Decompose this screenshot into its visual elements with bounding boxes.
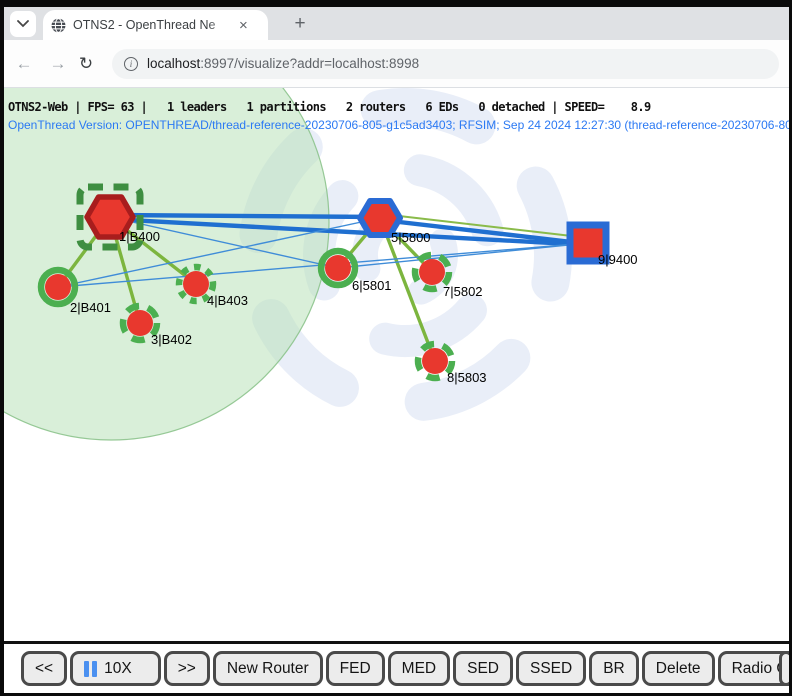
node-label: 2|B401 <box>70 300 111 315</box>
version-line: OpenThread Version: OPENTHREAD/thread-re… <box>8 118 789 132</box>
br-button[interactable]: BR <box>589 651 639 686</box>
browser-window: OTNS2 - OpenThread Ne × + ← → ↻ i localh… <box>0 0 792 696</box>
button-label: SED <box>467 660 499 678</box>
button-label: BR <box>603 660 625 678</box>
pause-icon <box>84 661 97 677</box>
chevron-down-icon <box>17 20 29 28</box>
button-label: New Router <box>227 660 309 678</box>
browser-toolbar: ← → ↻ i localhost:8997/visualize?addr=lo… <box>4 40 789 88</box>
button-label: 10X <box>104 660 132 678</box>
med-button[interactable]: MED <box>388 651 450 686</box>
new-router-button[interactable]: New Router <box>213 651 323 686</box>
delete-button[interactable]: Delete <box>642 651 715 686</box>
button-label: MED <box>402 660 436 678</box>
new-tab-button[interactable]: + <box>288 12 312 36</box>
node-label: 3|B402 <box>151 332 192 347</box>
otns-canvas[interactable]: 1|B400 2|B401 3|B402 4|B403 5|5800 6|5801 7|58… <box>4 88 789 641</box>
node-3[interactable] <box>127 310 153 336</box>
tab-close-icon[interactable]: × <box>239 18 248 33</box>
node-4[interactable] <box>183 271 209 297</box>
site-info-icon[interactable]: i <box>124 57 138 71</box>
button-label: >> <box>178 660 196 678</box>
node-label: 7|5802 <box>443 284 483 299</box>
step-fwd-button[interactable]: >> <box>164 651 210 686</box>
node-6[interactable] <box>325 255 351 281</box>
link-router <box>110 215 380 217</box>
fed-button[interactable]: FED <box>326 651 385 686</box>
url-bar[interactable]: i localhost:8997/visualize?addr=localhos… <box>112 49 779 79</box>
sed-button[interactable]: SED <box>453 651 513 686</box>
button-label: SSED <box>530 660 572 678</box>
speed-button[interactable]: 10X <box>70 651 161 686</box>
action-toolbar: <<10X>>New RouterFEDMEDSEDSSEDBRDeleteRa… <box>4 641 789 693</box>
button-label: Delete <box>656 660 701 678</box>
forward-icon[interactable]: → <box>44 54 72 74</box>
ssed-button[interactable]: SSED <box>516 651 586 686</box>
node-7[interactable] <box>419 259 445 285</box>
button-label: FED <box>340 660 371 678</box>
node-label: 1|B400 <box>119 229 160 244</box>
globe-icon <box>51 18 66 33</box>
node-label: 6|5801 <box>352 278 392 293</box>
network-topology: 1|B400 2|B401 3|B402 4|B403 5|5800 6|5801 7|58… <box>4 88 789 641</box>
url-text: localhost:8997/visualize?addr=localhost:… <box>147 56 419 71</box>
step-back-button[interactable]: << <box>21 651 67 686</box>
tab-search-button[interactable] <box>10 11 36 37</box>
tab-strip: OTNS2 - OpenThread Ne × + <box>4 7 789 40</box>
node-label: 4|B403 <box>207 293 248 308</box>
reload-icon[interactable]: ↻ <box>72 54 100 74</box>
back-icon[interactable]: ← <box>10 54 38 74</box>
cutoff-button[interactable] <box>779 651 789 686</box>
node-2[interactable] <box>45 274 71 300</box>
node-8[interactable] <box>422 348 448 374</box>
tab-title: OTNS2 - OpenThread Ne <box>73 18 235 32</box>
node-label: 9|9400 <box>598 252 638 267</box>
button-label: << <box>35 660 53 678</box>
node-label: 8|5803 <box>447 370 487 385</box>
node-label: 5|5800 <box>391 230 431 245</box>
status-line: OTNS2-Web | FPS= 63 | 1 leaders 1 partit… <box>8 100 651 114</box>
tab-otns2[interactable]: OTNS2 - OpenThread Ne × <box>43 10 268 40</box>
